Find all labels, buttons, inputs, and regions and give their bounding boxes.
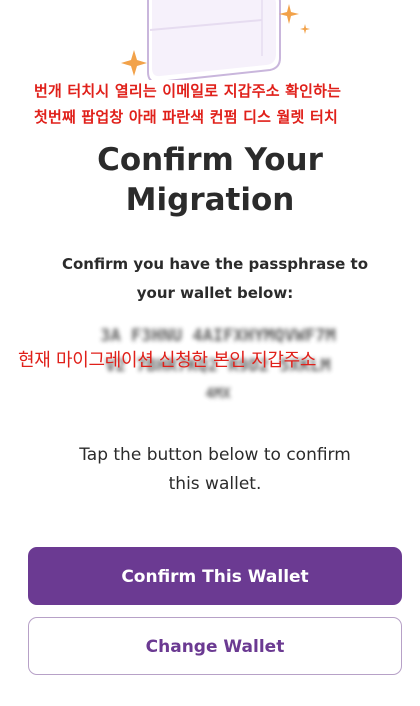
annotation-note: 번개 터치시 열리는 이메일로 지갑주소 확인하는 — [34, 82, 342, 100]
page-title-line: Migration — [125, 182, 295, 218]
annotation-note: 현재 마이그레이션 신청한 본인 지갑주소 — [18, 350, 317, 371]
annotation-note: 첫번째 팝업창 아래 파란색 컨펌 디스 월렛 터치 — [34, 108, 338, 126]
page-title-line: Confirm Your — [97, 142, 323, 178]
migration-confirm-screen: 번개 터치시 열리는 이메일로 지갑주소 확인하는 첫번째 팝업창 아래 파란색… — [0, 0, 420, 706]
confirm-wallet-button[interactable]: Confirm This Wallet — [28, 547, 402, 605]
subtitle-line: Confirm you have the passphrase to — [61, 255, 368, 273]
instruction-text: Tap the button below to confirm this wal… — [0, 441, 420, 499]
subtitle-line: your wallet below: — [136, 284, 294, 302]
instruction-line: this wallet. — [168, 474, 262, 494]
instruction-line: Tap the button below to confirm — [79, 445, 351, 465]
wallet-icon — [147, 0, 281, 80]
wallet-illustration — [121, 0, 310, 80]
subtitle: Confirm you have the passphrase to your … — [0, 250, 420, 308]
change-wallet-button[interactable]: Change Wallet — [28, 617, 402, 675]
passphrase-text: 3A F3HNU 4AIFXHYMQVWF7M — [100, 326, 336, 346]
page-title: Confirm Your Migration — [0, 140, 420, 220]
passphrase-text: 4MX — [205, 386, 231, 402]
